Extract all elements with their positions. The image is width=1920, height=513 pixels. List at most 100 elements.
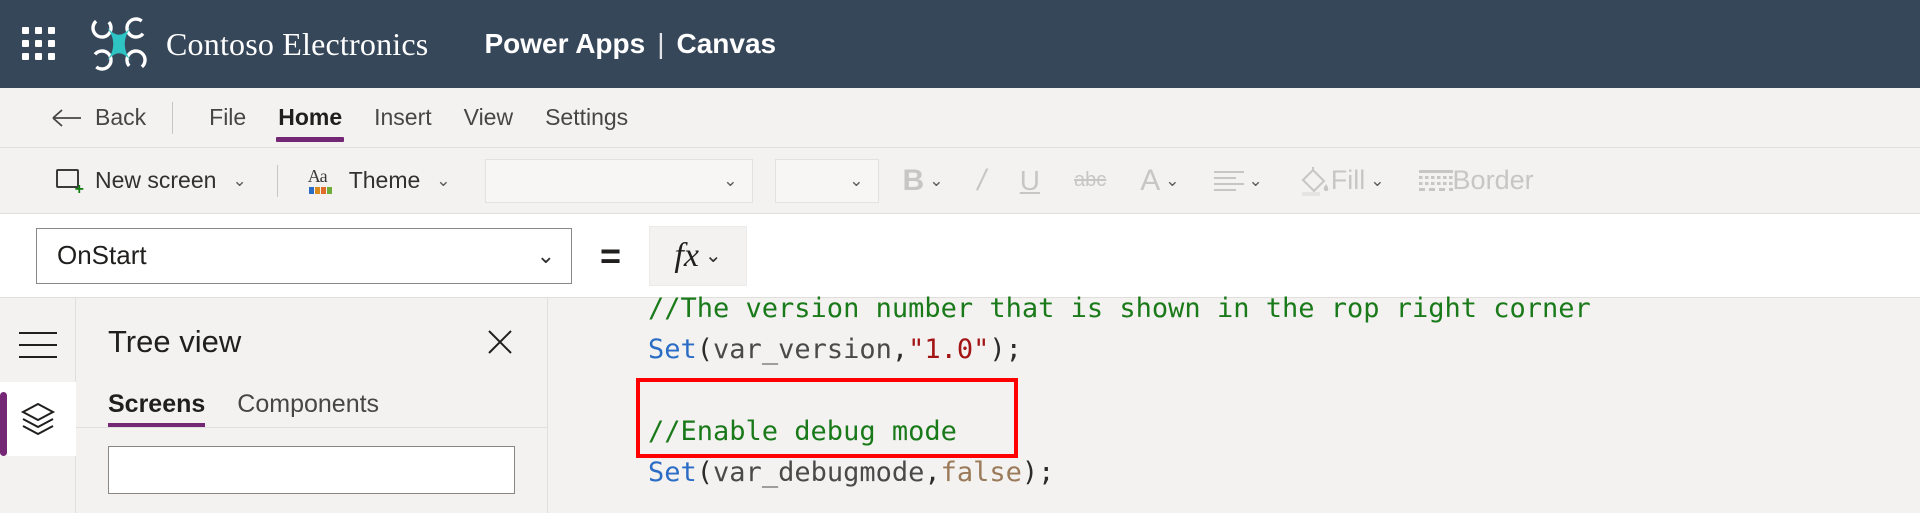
menu-divider: [172, 101, 174, 134]
waffle-dot: [35, 27, 42, 34]
theme-color-bars: [308, 186, 332, 194]
code-token: var_version: [713, 334, 892, 365]
paint-bucket-icon: [1301, 166, 1329, 196]
app-launcher-icon[interactable]: [22, 27, 56, 61]
fill-button[interactable]: Fill ⌄: [1287, 161, 1395, 200]
arrow-left-icon: [52, 108, 81, 127]
fx-button[interactable]: fx ⌄: [649, 225, 748, 286]
bold-button[interactable]: B ⌄: [893, 160, 954, 202]
border-dashed-icon: [1418, 169, 1453, 192]
close-icon[interactable]: [483, 325, 517, 359]
fx-label: fx: [674, 236, 699, 274]
hamburger-line: [18, 344, 57, 346]
rail-item-tree-view[interactable]: [0, 382, 76, 456]
code-token: false: [940, 457, 1022, 488]
aa-glyph: Aa: [307, 165, 328, 186]
font-color-button[interactable]: A ⌄: [1130, 160, 1189, 202]
align-left-icon: [1213, 170, 1244, 191]
waffle-dot: [22, 40, 29, 47]
formula-bar: OnStart ⌄ = fx ⌄: [0, 214, 1920, 298]
code-line: Set(var_debugmode,false);: [648, 452, 1920, 493]
tab-screens[interactable]: Screens: [108, 390, 206, 427]
code-token: Set: [648, 334, 697, 365]
back-label: Back: [95, 104, 147, 130]
border-button[interactable]: Border: [1409, 161, 1544, 200]
code-token: (: [696, 457, 714, 488]
chevron-down-icon: ⌄: [436, 170, 451, 190]
app-mode-text: Canvas: [676, 28, 777, 59]
theme-bar: [320, 186, 326, 194]
chevron-down-icon: ⌄: [1165, 170, 1180, 190]
code-token: );: [1021, 457, 1055, 488]
hamburger-line: [18, 332, 57, 334]
menu-item-view[interactable]: View: [448, 88, 529, 148]
panel-divider: [76, 427, 547, 428]
chevron-down-icon: ⌄: [723, 170, 738, 190]
font-family-select[interactable]: ⌄: [484, 158, 753, 203]
back-button[interactable]: Back: [46, 100, 152, 135]
waffle-dot: [48, 27, 55, 34]
strikethrough-button[interactable]: abc: [1064, 165, 1116, 196]
waffle-dot: [35, 53, 42, 60]
chevron-down-icon: ⌄: [849, 170, 864, 190]
menu-item-home[interactable]: Home: [262, 88, 358, 148]
app-title: Power Apps | Canvas: [484, 28, 776, 60]
theme-aa-icon: Aa: [307, 165, 338, 194]
panel-tabs: Screens Components: [76, 390, 547, 427]
code-line: //The version number that is shown in th…: [648, 288, 1920, 329]
underline-button[interactable]: U: [1010, 161, 1050, 201]
tab-components[interactable]: Components: [237, 390, 379, 427]
code-token: (: [696, 334, 714, 365]
border-line: [1418, 188, 1453, 192]
new-screen-icon: +: [56, 168, 84, 198]
font-size-select[interactable]: ⌄: [774, 158, 879, 203]
power-apps-window: Contoso Electronics Power Apps | Canvas Ba…: [0, 0, 1920, 513]
highlight-annotation-box: [636, 378, 1018, 458]
tree-view-panel: Tree view Screens Components: [76, 298, 548, 513]
align-button[interactable]: ⌄: [1204, 167, 1273, 195]
plus-glyph: +: [74, 180, 84, 198]
chevron-down-icon: ⌄: [232, 170, 247, 190]
property-value: OnStart: [57, 240, 147, 270]
theme-bar: [326, 186, 332, 194]
menu-item-insert[interactable]: Insert: [358, 88, 448, 148]
layers-icon: [20, 402, 55, 436]
menu-item-settings[interactable]: Settings: [529, 88, 644, 148]
left-rail: [0, 298, 76, 513]
code-token: ,: [891, 334, 909, 365]
chevron-down-icon: ⌄: [536, 242, 555, 268]
fill-label: Fill: [1330, 165, 1366, 195]
theme-button[interactable]: Aa Theme ⌄: [298, 162, 461, 199]
chevron-down-icon: ⌄: [704, 245, 722, 267]
theme-bar: [308, 186, 314, 194]
waffle-dot: [35, 40, 42, 47]
code-token: "1.0": [908, 334, 990, 365]
theme-bar: [314, 186, 320, 194]
tree-search-input[interactable]: [108, 446, 515, 494]
new-screen-label: New screen: [95, 167, 217, 193]
code-token: Set: [648, 457, 697, 488]
panel-title: Tree view: [108, 324, 242, 359]
toolbar-divider: [276, 164, 278, 197]
menu-item-file[interactable]: File: [193, 88, 262, 148]
align-line: [1213, 170, 1244, 173]
waffle-dot: [48, 53, 55, 60]
title-bar: Contoso Electronics Power Apps | Canvas: [0, 0, 1920, 88]
border-line: [1418, 182, 1453, 186]
code-line: Set(var_version,"1.0");: [648, 329, 1920, 370]
strikethrough-label: abc: [1074, 169, 1107, 191]
italic-button[interactable]: /: [967, 160, 995, 202]
app-name-text: Power Apps: [484, 28, 646, 59]
formula-editor[interactable]: [747, 214, 1920, 297]
code-token: //The version number that is shown in th…: [648, 293, 1591, 324]
border-line: [1418, 169, 1453, 173]
new-screen-button[interactable]: + New screen ⌄: [46, 162, 257, 199]
ribbon-toolbar: + New screen ⌄ Aa Theme ⌄ ⌄ ⌄ B ⌄ / U ab…: [0, 148, 1920, 214]
border-line: [1418, 175, 1453, 179]
brand-name: Contoso Electronics: [166, 25, 429, 62]
hamburger-menu-icon[interactable]: [18, 332, 57, 358]
bold-label: B: [902, 163, 925, 197]
property-select[interactable]: OnStart ⌄: [36, 227, 572, 284]
align-line: [1213, 176, 1236, 179]
chevron-down-icon: ⌄: [1370, 170, 1385, 190]
